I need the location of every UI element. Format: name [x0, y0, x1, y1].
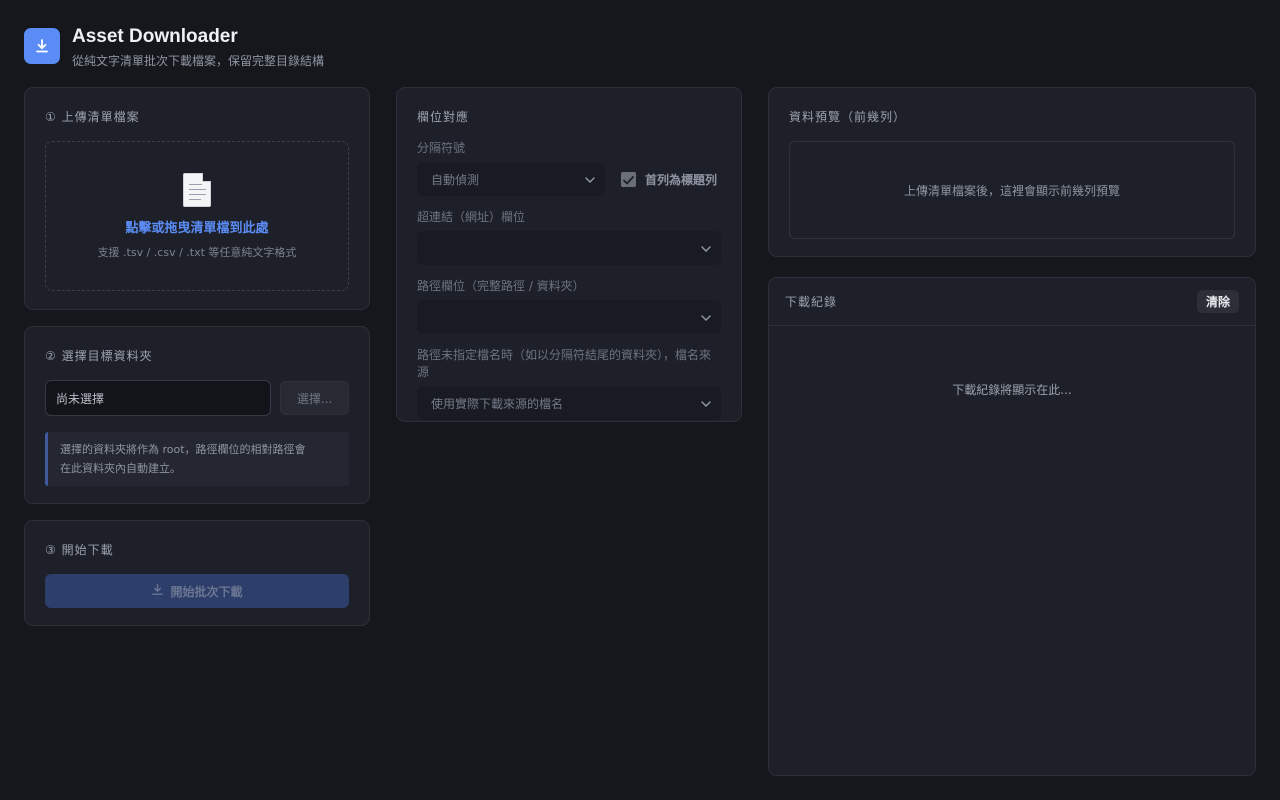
app-header: Asset Downloader 從純文字清單批次下載檔案，保留完整目錄結構: [24, 26, 324, 69]
path-column-label: 路徑欄位（完整路徑 / 資料夾）: [417, 279, 585, 293]
app-title: Asset Downloader: [72, 26, 238, 47]
chevron-down-icon: [701, 396, 711, 410]
delimiter-select[interactable]: 自動偵測: [417, 162, 605, 196]
folder-note: 選擇的資料夾將作為 root，路徑欄位的相對路徑會 在此資料夾內自動建立。: [45, 432, 349, 486]
path-column-select[interactable]: [417, 300, 721, 334]
download-log-card: 下載紀錄 清除 下載紀錄將顯示在此...: [768, 277, 1256, 776]
start-card-title: ③ 開始下載: [45, 543, 114, 557]
preview-placeholder: 上傳清單檔案後，這裡會顯示前幾列預覽: [789, 141, 1235, 239]
filename-source-select[interactable]: 使用實際下載來源的檔名: [417, 386, 721, 420]
column-mapping-card: 欄位對應 分隔符號 自動偵測 首列為標題列 超連結（網址）欄位 路徑欄位（完整路…: [396, 87, 742, 422]
dropzone-hint: 支援 .tsv / .csv / .txt 等任意純文字格式: [97, 245, 297, 259]
filename-source-value: 使用實際下載來源的檔名: [431, 396, 564, 411]
url-column-select[interactable]: [417, 231, 721, 265]
folder-card-title: ② 選擇目標資料夾: [45, 349, 153, 363]
document-icon: [183, 172, 211, 207]
start-download-label: 開始批次下載: [170, 584, 243, 599]
chevron-down-icon: [585, 172, 595, 186]
header-row-label: 首列為標題列: [645, 172, 718, 187]
filename-source-label: 路徑未指定檔名時（如以分隔符結尾的資料夾），檔名來源: [417, 348, 712, 379]
chevron-down-icon: [701, 241, 711, 255]
download-icon: [151, 583, 164, 599]
upload-card: ① 上傳清單檔案 點擊或拖曳清單檔到此處 支援 .tsv / .csv / .t…: [24, 87, 370, 310]
start-download-button[interactable]: 開始批次下載: [45, 574, 349, 608]
dropzone-main-text: 點擊或拖曳清單檔到此處: [125, 220, 269, 236]
clear-log-button[interactable]: 清除: [1196, 290, 1239, 313]
log-empty-text: 下載紀錄將顯示在此...: [952, 383, 1072, 397]
folder-note-line: 在此資料夾內自動建立。: [60, 462, 181, 475]
header-row-checkbox[interactable]: [621, 170, 636, 189]
download-icon: [24, 28, 60, 64]
data-preview-card: 資料預覽（前幾列） 上傳清單檔案後，這裡會顯示前幾列預覽: [768, 87, 1256, 257]
checkmark-icon: [623, 170, 634, 189]
start-card: ③ 開始下載 開始批次下載: [24, 520, 370, 626]
app-subtitle: 從純文字清單批次下載檔案，保留完整目錄結構: [72, 54, 325, 68]
upload-card-title: ① 上傳清單檔案: [45, 110, 140, 124]
preview-card-title: 資料預覽（前幾列）: [789, 110, 907, 124]
delimiter-label: 分隔符號: [417, 141, 466, 155]
mapping-card-title: 欄位對應: [417, 110, 470, 124]
folder-note-line: 選擇的資料夾將作為 root，路徑欄位的相對路徑會: [60, 443, 306, 456]
url-column-label: 超連結（網址）欄位: [417, 210, 526, 224]
log-header: 下載紀錄 清除: [769, 278, 1255, 326]
folder-card: ② 選擇目標資料夾 尚未選擇 選擇... 選擇的資料夾將作為 root，路徑欄位…: [24, 326, 370, 504]
header-row-checkbox-wrap[interactable]: 首列為標題列: [621, 171, 717, 188]
file-dropzone[interactable]: 點擊或拖曳清單檔到此處 支援 .tsv / .csv / .txt 等任意純文字…: [45, 141, 349, 291]
target-folder-field[interactable]: 尚未選擇: [45, 380, 272, 416]
choose-folder-button[interactable]: 選擇...: [280, 381, 349, 415]
delimiter-value: 自動偵測: [431, 172, 480, 187]
log-card-title: 下載紀錄: [785, 295, 838, 309]
chevron-down-icon: [701, 310, 711, 324]
